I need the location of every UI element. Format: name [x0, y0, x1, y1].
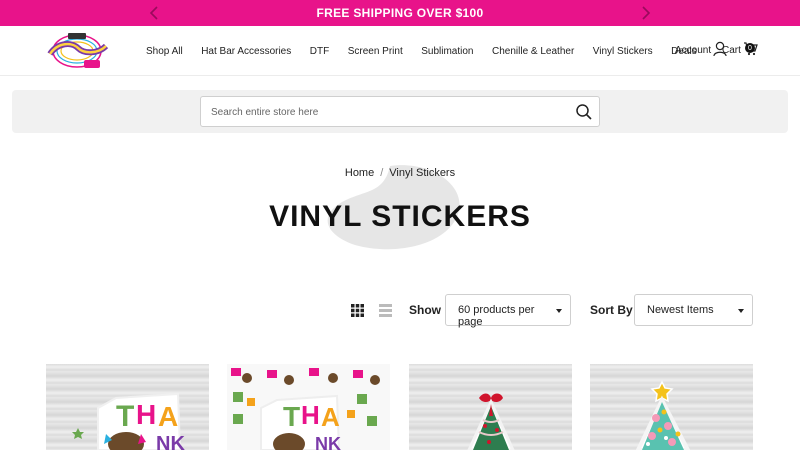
search-box — [200, 96, 600, 127]
sort-value: Newest Items — [647, 304, 714, 316]
search-input[interactable] — [211, 104, 561, 120]
product-card[interactable]: T H A NK — [46, 364, 209, 450]
thankful-turkey-sticker-image: T H A NK — [46, 364, 209, 450]
christmas-tree-bow-sticker-image — [409, 364, 572, 450]
svg-text:A: A — [321, 402, 340, 432]
store-logo[interactable] — [44, 30, 110, 72]
promo-bar: FREE SHIPPING OVER $100 — [0, 0, 800, 26]
nav-chenille-leather[interactable]: Chenille & Leather — [492, 46, 574, 57]
sort-select[interactable]: Newest Items — [634, 294, 753, 326]
nav-vinyl-stickers[interactable]: Vinyl Stickers — [593, 46, 653, 57]
caret-down-icon — [738, 309, 744, 313]
chevron-left-icon[interactable] — [146, 5, 162, 21]
svg-text:T: T — [116, 400, 134, 433]
product-card[interactable] — [590, 364, 753, 450]
nav-dtf[interactable]: DTF — [310, 46, 329, 57]
cart-label: Cart — [722, 44, 741, 56]
breadcrumb-home[interactable]: Home — [345, 167, 374, 179]
cart-count-badge: 0 — [745, 43, 755, 53]
account-label: Account — [675, 45, 712, 56]
svg-text:H: H — [301, 400, 320, 430]
search-icon[interactable] — [575, 103, 593, 121]
account-link[interactable]: Account — [675, 41, 727, 60]
breadcrumb: Home / Vinyl Stickers — [0, 167, 800, 179]
svg-text:NK: NK — [315, 434, 341, 450]
cart-link[interactable]: Cart 0 — [722, 41, 758, 59]
grid-view-icon[interactable] — [351, 304, 364, 317]
main-nav: Shop All Hat Bar Accessories DTF Screen … — [146, 26, 715, 76]
sort-label: Sort By — [590, 303, 633, 317]
caret-down-icon — [556, 309, 562, 313]
nav-sublimation[interactable]: Sublimation — [421, 46, 473, 57]
pastel-christmas-tree-sticker-image — [590, 364, 753, 450]
svg-text:T: T — [283, 401, 300, 432]
title-area: Home / Vinyl Stickers VINYL STICKERS — [0, 150, 800, 260]
chevron-right-icon[interactable] — [638, 5, 654, 21]
product-card[interactable] — [409, 364, 572, 450]
nav-shop-all[interactable]: Shop All — [146, 46, 183, 57]
search-band — [12, 90, 788, 133]
list-view-icon[interactable] — [379, 304, 392, 317]
breadcrumb-current: Vinyl Stickers — [389, 167, 456, 179]
per-page-value: 60 products per page — [458, 304, 535, 328]
product-card[interactable]: T H A NK — [227, 364, 390, 450]
breadcrumb-separator: / — [380, 167, 384, 179]
promo-text: FREE SHIPPING OVER $100 — [316, 6, 484, 20]
per-page-select[interactable]: 60 products per page — [445, 294, 571, 328]
svg-text:NK: NK — [156, 433, 185, 450]
nav-screen-print[interactable]: Screen Print — [348, 46, 403, 57]
svg-text:A: A — [158, 401, 178, 432]
svg-text:H: H — [136, 399, 156, 430]
nav-hat-bar-accessories[interactable]: Hat Bar Accessories — [201, 46, 291, 57]
page-title: VINYL STICKERS — [269, 200, 531, 233]
listing-toolbar: Show 60 products per page Sort By Newest… — [0, 294, 800, 328]
site-header: Shop All Hat Bar Accessories DTF Screen … — [0, 26, 800, 76]
thankful-turkey-sticker-sheet-image: T H A NK — [227, 364, 390, 450]
show-label: Show — [409, 303, 441, 317]
